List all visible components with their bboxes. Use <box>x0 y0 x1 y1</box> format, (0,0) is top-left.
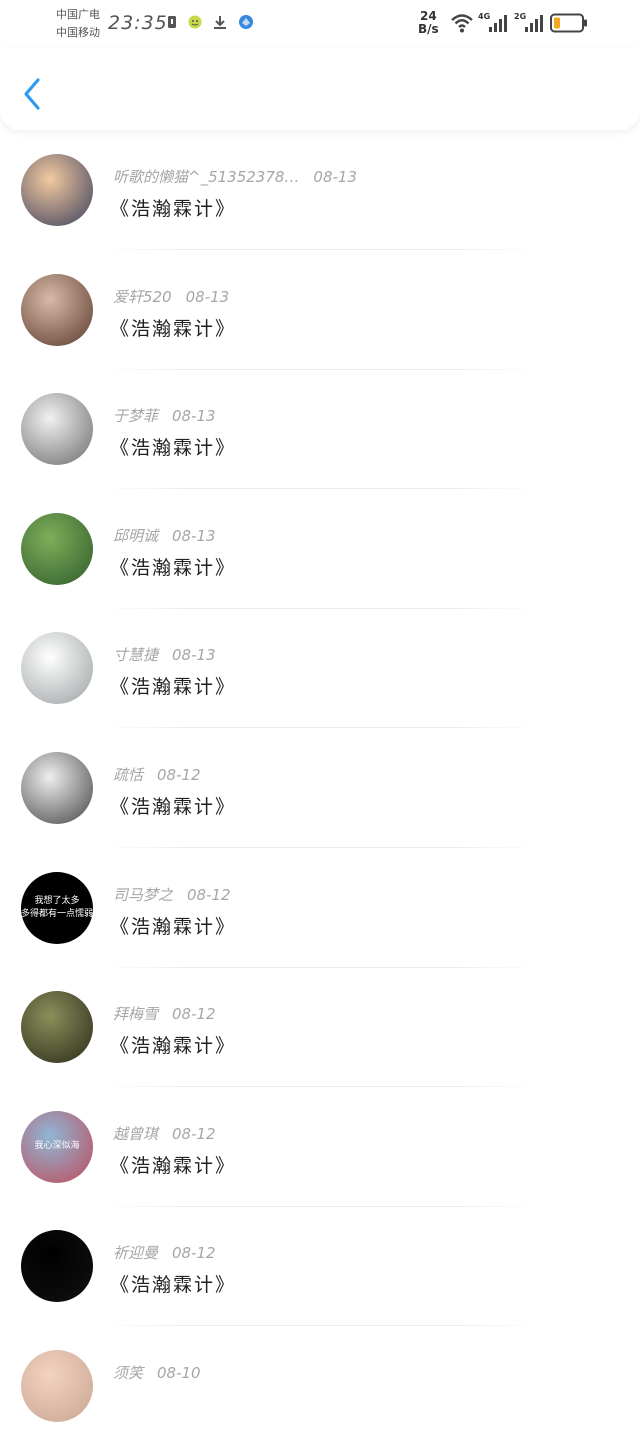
avatar[interactable]: 我想了太多 多得都有一点懦弱 <box>21 871 93 944</box>
list-item[interactable]: 拜梅雪 08-12 《浩瀚霖计》 <box>0 967 640 1088</box>
username[interactable]: 司马梦之 <box>113 886 173 904</box>
list-item[interactable]: 邱明诚 08-13 《浩瀚霖计》 <box>0 489 640 609</box>
comment-date: 08-12 <box>157 766 201 784</box>
avatar[interactable] <box>21 1230 93 1303</box>
signal-strength-icon-2 <box>525 15 543 32</box>
download-icon <box>214 16 226 29</box>
status-time: 23:35 <box>108 12 168 34</box>
avatar[interactable] <box>21 273 93 346</box>
avatar[interactable] <box>21 393 93 466</box>
comment-text: 《浩瀚霖计》 <box>110 437 237 460</box>
battery-icon <box>550 13 587 33</box>
list-item[interactable]: 祈迎曼 08-12 《浩瀚霖计》 <box>0 1206 640 1327</box>
comment-meta: 于梦菲 08-13 <box>113 405 216 426</box>
comment-text: 《浩瀚霖计》 <box>110 915 237 938</box>
username[interactable]: 听歌的懒猫^_51352378… <box>113 168 299 186</box>
comment-date: 08-13 <box>172 646 216 665</box>
comment-text: 《浩瀚霖计》 <box>110 198 237 220</box>
comment-text: 《浩瀚霖计》 <box>110 317 237 340</box>
comment-meta: 爱轩520 08-13 <box>113 286 229 307</box>
comment-date: 08-12 <box>187 885 231 904</box>
username[interactable]: 疏恬 <box>113 766 143 784</box>
comment-text: 《浩瀚霖计》 <box>110 1274 237 1297</box>
comment-text: 《浩瀚霖计》 <box>110 1154 237 1177</box>
comment-meta: 须笑 08-10 <box>113 1362 201 1383</box>
comment-date: 08-13 <box>185 287 230 306</box>
username[interactable]: 须笑 <box>113 1364 143 1382</box>
network-speed-unit: B/s <box>418 22 439 36</box>
avatar[interactable] <box>21 991 93 1064</box>
avatar[interactable] <box>21 512 93 585</box>
comment-text: 《浩瀚霖计》 <box>110 1035 237 1058</box>
sim-card-icon <box>168 16 176 28</box>
list-item[interactable]: 疏恬 08-12 《浩瀚霖计》 <box>0 728 640 848</box>
comment-text: 《浩瀚霖计》 <box>110 556 237 579</box>
app-notification-icon <box>188 15 202 29</box>
comment-meta: 拜梅雪 08-12 <box>113 1003 216 1024</box>
list-item[interactable]: 我想了太多 多得都有一点懦弱 司马梦之 08-12 《浩瀚霖计》 <box>0 848 640 968</box>
avatar[interactable] <box>21 632 93 705</box>
back-chevron-icon[interactable] <box>18 76 48 112</box>
list-item[interactable]: 我心深似海 越曾琪 08-12 《浩瀚霖计》 <box>0 1087 640 1207</box>
comment-date: 08-12 <box>172 1244 216 1263</box>
header-bar <box>0 48 640 130</box>
username[interactable]: 越曾琪 <box>113 1125 158 1143</box>
avatar[interactable]: 我心深似海 <box>21 1110 93 1183</box>
comment-meta: 寸慧捷 08-13 <box>113 644 216 665</box>
list-item[interactable]: 寸慧捷 08-13 《浩瀚霖计》 <box>0 608 640 729</box>
status-bar: 中国广电 中国移动 23:35 24 B/s 4G 2G <box>0 0 640 48</box>
network-speed: 24 B/s <box>418 10 439 36</box>
avatar-caption: 我心深似海 <box>34 1141 80 1152</box>
comment-meta: 疏恬 08-12 <box>113 764 201 785</box>
comment-date: 08-13 <box>172 526 216 545</box>
list-item[interactable]: 于梦菲 08-13 《浩瀚霖计》 <box>0 369 640 490</box>
list-item[interactable]: 须笑 08-10 <box>0 1326 640 1446</box>
avatar-caption: 我想了太多 多得都有一点懦弱 <box>21 895 93 919</box>
carrier-label-2: 中国移动 <box>56 26 100 39</box>
comment-date: 08-13 <box>172 407 216 426</box>
username[interactable]: 寸慧捷 <box>113 646 158 664</box>
comment-meta: 邱明诚 08-13 <box>113 525 216 546</box>
list-item[interactable]: 爱轩520 08-13 《浩瀚霖计》 <box>0 250 640 370</box>
username[interactable]: 于梦菲 <box>113 407 158 425</box>
comment-date: 08-12 <box>172 1124 216 1143</box>
avatar[interactable] <box>21 154 93 226</box>
avatar[interactable] <box>21 752 93 824</box>
browser-notification-icon <box>239 15 253 29</box>
comment-meta: 越曾琪 08-12 <box>113 1123 216 1144</box>
comment-date: 08-10 <box>157 1364 201 1382</box>
carrier-label-1: 中国广电 <box>56 8 100 21</box>
comment-date: 08-13 <box>313 168 358 186</box>
comment-date: 08-12 <box>172 1005 216 1024</box>
wifi-icon <box>451 14 473 33</box>
avatar[interactable] <box>21 1350 93 1422</box>
username[interactable]: 祈迎曼 <box>113 1244 158 1262</box>
username[interactable]: 拜梅雪 <box>113 1005 158 1023</box>
comment-text: 《浩瀚霖计》 <box>110 676 237 699</box>
comment-meta: 祈迎曼 08-12 <box>113 1242 216 1263</box>
list-item[interactable]: 听歌的懒猫^_51352378… 08-13 《浩瀚霖计》 <box>0 130 640 250</box>
comment-text: 《浩瀚霖计》 <box>110 796 237 818</box>
username[interactable]: 爱轩520 <box>113 288 172 306</box>
signal-strength-icon-1 <box>489 15 507 32</box>
username[interactable]: 邱明诚 <box>113 527 158 545</box>
comment-meta: 听歌的懒猫^_51352378… 08-13 <box>113 166 357 187</box>
comment-meta: 司马梦之 08-12 <box>113 884 231 905</box>
